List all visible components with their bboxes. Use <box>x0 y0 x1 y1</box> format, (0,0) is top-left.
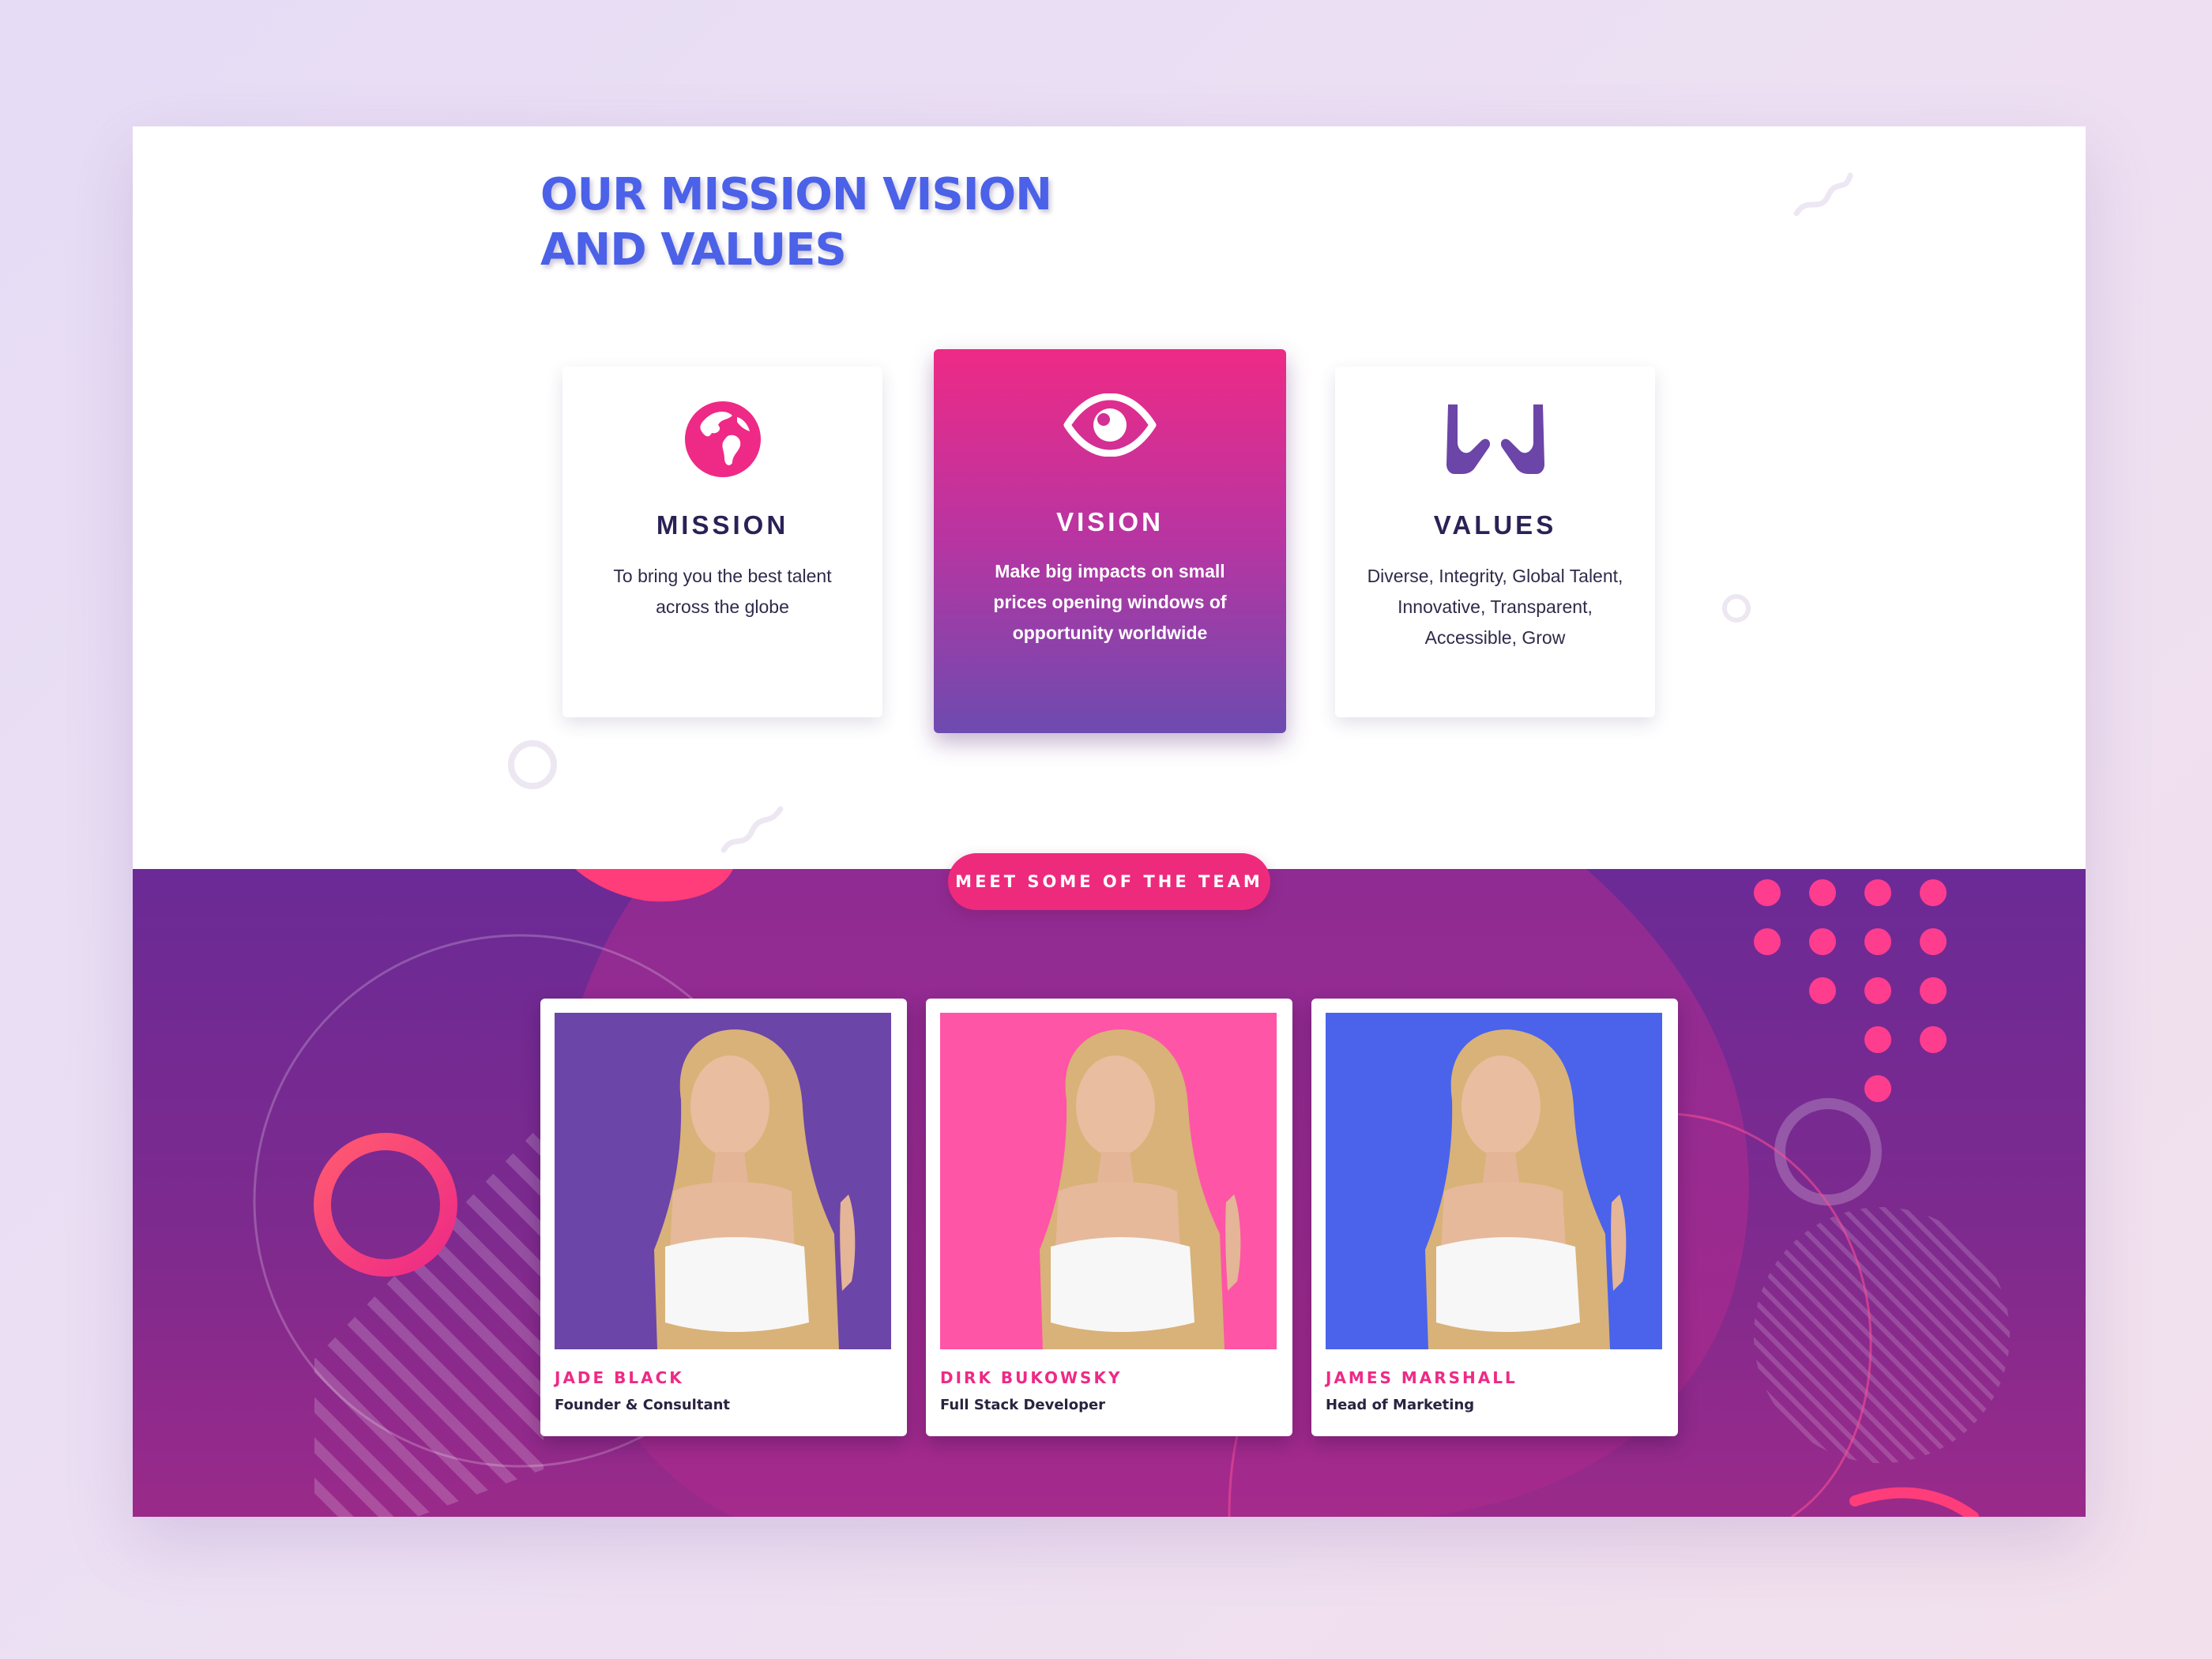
decorative-circle-left <box>508 740 557 789</box>
team-member-photo <box>555 1013 891 1349</box>
mission-card: MISSION To bring you the best talent acr… <box>562 367 882 717</box>
team-member-role: Founder & Consultant <box>555 1397 731 1413</box>
decorative-squiggle-bottom <box>720 806 784 853</box>
page-title-line-1: OUR MISSION VISION <box>540 169 1052 220</box>
mission-title: MISSION <box>656 510 789 540</box>
person-portrait-image <box>555 1013 891 1349</box>
mission-vision-values-section: OUR MISSION VISION AND VALUES MISSION To… <box>133 126 2086 869</box>
vision-card: VISION Make big impacts on small prices … <box>934 349 1286 733</box>
decorative-squiggle-top-right <box>1793 172 1853 216</box>
eye-icon <box>1063 393 1157 457</box>
team-member-role: Head of Marketing <box>1326 1397 1475 1413</box>
team-member-name: JADE BLACK <box>555 1368 684 1387</box>
team-member-name: JAMES MARSHALL <box>1326 1368 1518 1387</box>
mission-text: To bring you the best talent across the … <box>613 566 832 617</box>
team-member-card[interactable]: JADE BLACK Founder & Consultant <box>540 999 907 1436</box>
hands-icon <box>1446 404 1544 474</box>
page-title-line-2: AND VALUES <box>540 224 847 276</box>
globe-icon <box>684 401 761 477</box>
team-member-photo <box>1326 1013 1662 1349</box>
person-portrait-image <box>1326 1013 1662 1349</box>
team-member-card[interactable]: DIRK BUKOWSKY Full Stack Developer <box>926 999 1292 1436</box>
decorative-circle-right <box>1722 594 1751 623</box>
team-member-photo <box>940 1013 1277 1349</box>
vision-title: VISION <box>1056 507 1164 536</box>
values-text: Diverse, Integrity, Global Talent, Innov… <box>1367 566 1623 648</box>
values-card: VALUES Diverse, Integrity, Global Talent… <box>1335 367 1655 717</box>
vision-text: Make big impacts on small prices opening… <box>993 561 1227 643</box>
person-portrait-image <box>940 1013 1277 1349</box>
team-member-card[interactable]: JAMES MARSHALL Head of Marketing <box>1311 999 1678 1436</box>
meet-the-team-badge[interactable]: MEET SOME OF THE TEAM <box>948 853 1270 910</box>
page-frame: OUR MISSION VISION AND VALUES MISSION To… <box>133 126 2086 1517</box>
team-member-name: DIRK BUKOWSKY <box>940 1368 1123 1387</box>
values-title: VALUES <box>1433 510 1557 540</box>
page-title: OUR MISSION VISION AND VALUES <box>540 167 1251 278</box>
team-member-role: Full Stack Developer <box>940 1397 1106 1413</box>
